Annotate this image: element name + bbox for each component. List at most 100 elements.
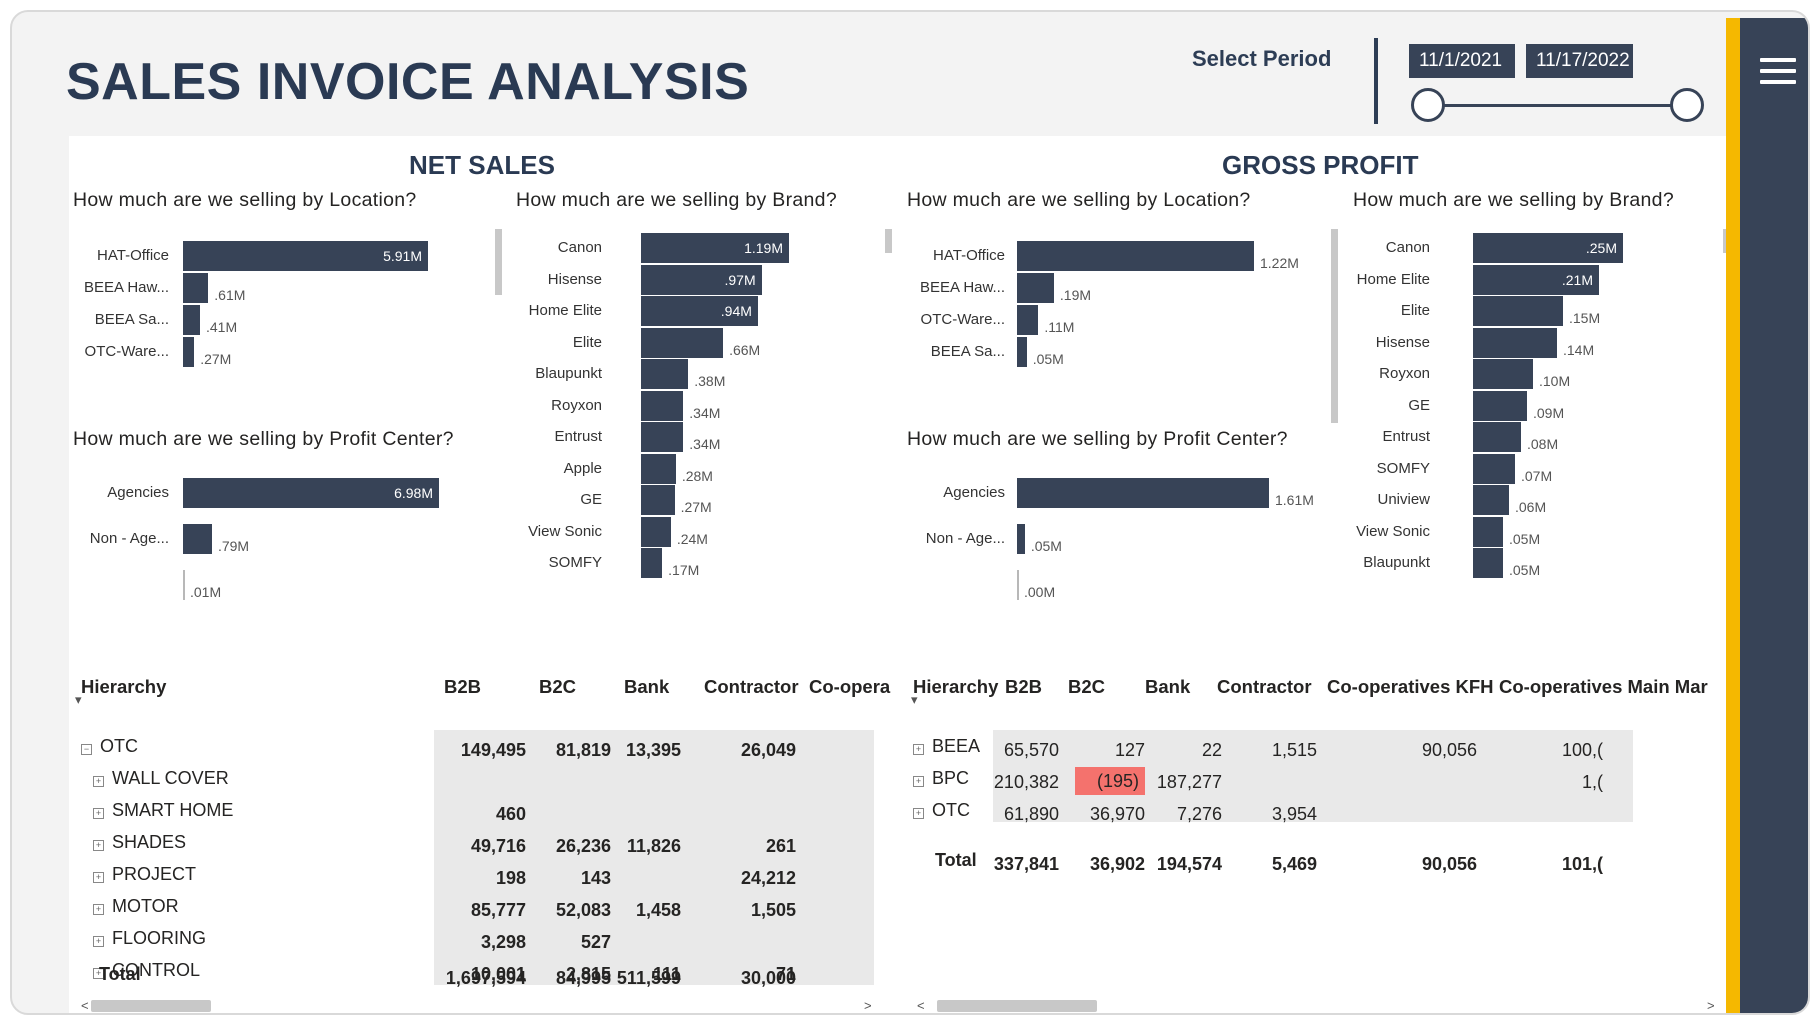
bar[interactable]: [1473, 390, 1527, 421]
expand-icon[interactable]: +: [93, 840, 104, 851]
bar-row[interactable]: Hisense .97M: [509, 264, 909, 295]
bar[interactable]: [1473, 296, 1563, 326]
bar[interactable]: [1017, 337, 1027, 367]
bar[interactable]: [183, 337, 195, 367]
bar[interactable]: [1017, 273, 1054, 303]
bar[interactable]: [1473, 359, 1533, 389]
bar-row[interactable]: HAT-Office 1.22M: [905, 241, 1325, 271]
scroll-left-icon[interactable]: <: [81, 998, 89, 1013]
bar[interactable]: [641, 485, 675, 515]
sort-arrow-icon[interactable]: ▾: [75, 692, 82, 708]
hamburger-icon[interactable]: [1760, 58, 1796, 86]
bar-row[interactable]: Hisense .14M: [1339, 327, 1739, 358]
expand-icon[interactable]: +: [913, 808, 924, 819]
bar[interactable]: [1473, 453, 1515, 484]
bar-row[interactable]: Elite .66M: [509, 327, 909, 358]
matrix-row-label[interactable]: + SHADES: [93, 832, 186, 853]
bar[interactable]: [641, 359, 689, 389]
bar[interactable]: [1473, 516, 1503, 547]
bar[interactable]: [1017, 524, 1025, 554]
scroll-right-icon[interactable]: >: [1707, 998, 1715, 1013]
matrix-column-header[interactable]: Co-operatives Main Mar: [1499, 676, 1708, 698]
matrix-column-header[interactable]: Bank: [1145, 676, 1190, 698]
period-slider-track[interactable]: [1427, 104, 1687, 107]
bar[interactable]: [641, 548, 663, 578]
bar-row[interactable]: Non - Age... .79M: [69, 524, 489, 554]
bar-row[interactable]: HAT-Office 5.91M: [69, 241, 489, 271]
bar[interactable]: [641, 453, 676, 484]
bar[interactable]: [183, 524, 212, 554]
date-end-input[interactable]: 11/17/2022: [1526, 44, 1633, 78]
bar-row[interactable]: Non - Age... .05M: [905, 524, 1325, 554]
matrix-column-header[interactable]: Co-operatives KFH: [1327, 676, 1494, 698]
bar-row[interactable]: Entrust .08M: [1339, 422, 1739, 452]
bar[interactable]: [1017, 305, 1039, 335]
bar-row[interactable]: Canon .25M: [1339, 233, 1739, 263]
bar[interactable]: [1017, 478, 1269, 508]
bar-row[interactable]: GE .27M: [509, 485, 909, 515]
bar-row[interactable]: BEEA Sa... .41M: [69, 305, 489, 335]
bar-row[interactable]: Elite .15M: [1339, 296, 1739, 326]
bar-row[interactable]: Uniview .06M: [1339, 485, 1739, 515]
bar[interactable]: [1473, 422, 1521, 452]
matrix-row-label[interactable]: − OTC: [81, 736, 138, 757]
expand-icon[interactable]: +: [93, 776, 104, 787]
bar-row[interactable]: View Sonic .05M: [1339, 516, 1739, 547]
bar-row[interactable]: Royxon .10M: [1339, 359, 1739, 389]
ns-brand-scrollbar[interactable]: [885, 229, 892, 253]
matrix-column-header[interactable]: Hierarchy: [913, 676, 998, 698]
bar-row[interactable]: SOMFY .07M: [1339, 453, 1739, 484]
bar-row[interactable]: Home Elite .21M: [1339, 264, 1739, 295]
bar[interactable]: [641, 390, 684, 421]
bar-row[interactable]: Canon 1.19M: [509, 233, 909, 263]
bar-row[interactable]: OTC-Ware... .27M: [69, 337, 489, 367]
bar-row[interactable]: GE .09M: [1339, 390, 1739, 421]
matrix-row-label[interactable]: + SMART HOME: [93, 800, 233, 821]
matrix-row-label[interactable]: + FLOORING: [93, 928, 206, 949]
bar[interactable]: [183, 570, 185, 600]
horizontal-scrollbar[interactable]: [937, 1000, 1097, 1012]
horizontal-scrollbar[interactable]: [91, 1000, 211, 1012]
matrix-column-header[interactable]: Hierarchy: [81, 676, 166, 698]
matrix-column-header[interactable]: Co-opera: [809, 676, 890, 698]
matrix-row-label[interactable]: + WALL COVER: [93, 768, 229, 789]
matrix-column-header[interactable]: Bank: [624, 676, 669, 698]
matrix-column-header[interactable]: Contractor: [1217, 676, 1312, 698]
bar[interactable]: [183, 273, 209, 303]
expand-icon[interactable]: +: [93, 808, 104, 819]
sort-arrow-icon[interactable]: ▾: [911, 692, 918, 708]
matrix-column-header[interactable]: B2B: [1005, 676, 1042, 698]
bar-row[interactable]: BEEA Haw... .61M: [69, 273, 489, 303]
bar-row[interactable]: SOMFY .17M: [509, 548, 909, 578]
matrix-row-label[interactable]: + PROJECT: [93, 864, 196, 885]
bar-row[interactable]: Blaupunkt .38M: [509, 359, 909, 389]
gp-location-scrollbar[interactable]: [1331, 229, 1338, 423]
expand-icon[interactable]: +: [93, 904, 104, 915]
bar[interactable]: [1017, 570, 1019, 600]
matrix-column-header[interactable]: B2B: [444, 676, 481, 698]
period-slider-start-handle[interactable]: [1411, 88, 1445, 122]
bar[interactable]: [1473, 327, 1557, 358]
bar-row[interactable]: BEEA Sa... .05M: [905, 337, 1325, 367]
bar-row[interactable]: Agencies 1.61M: [905, 478, 1325, 508]
bar[interactable]: [1473, 485, 1509, 515]
bar[interactable]: [641, 516, 671, 547]
bar-row[interactable]: BEEA Haw... .19M: [905, 273, 1325, 303]
bar[interactable]: [1017, 241, 1254, 271]
bar-row[interactable]: Blaupunkt .05M: [1339, 548, 1739, 578]
bar[interactable]: [1473, 548, 1503, 578]
bar[interactable]: [641, 327, 724, 358]
bar[interactable]: [641, 422, 684, 452]
scroll-left-icon[interactable]: <: [917, 998, 925, 1013]
expand-icon[interactable]: +: [913, 776, 924, 787]
matrix-row-label[interactable]: + MOTOR: [93, 896, 179, 917]
bar-row[interactable]: Home Elite .94M: [509, 296, 909, 326]
bar-row[interactable]: Agencies 6.98M: [69, 478, 489, 508]
bar-row[interactable]: Royxon .34M: [509, 390, 909, 421]
ns-location-scrollbar[interactable]: [495, 229, 502, 295]
matrix-column-header[interactable]: Contractor: [704, 676, 799, 698]
bar[interactable]: [183, 305, 200, 335]
expand-icon[interactable]: +: [93, 872, 104, 883]
bar-row[interactable]: Apple .28M: [509, 453, 909, 484]
expand-icon[interactable]: +: [913, 744, 924, 755]
